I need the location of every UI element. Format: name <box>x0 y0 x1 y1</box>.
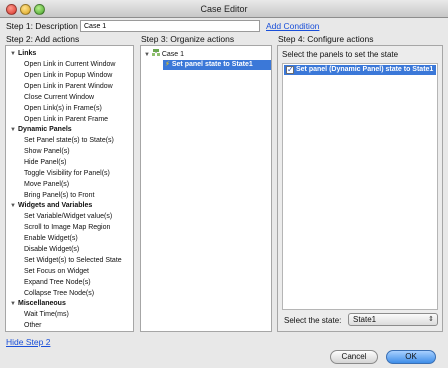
action-item[interactable]: Bring Panel(s) to Front <box>24 192 94 199</box>
group-links-label: Links <box>18 50 37 57</box>
action-item[interactable]: Set Variable/Widget value(s) <box>24 213 112 220</box>
zoom-window-button[interactable] <box>34 4 45 15</box>
action-item[interactable]: Set Focus on Widget <box>24 268 89 275</box>
step1-label: Step 1: Description <box>6 21 78 31</box>
configure-actions-panel: Select the panels to set the state ✓ Set… <box>277 45 443 332</box>
panel-row-label: Set panel (Dynamic Panel) state to State… <box>296 66 434 73</box>
disclosure-triangle-icon[interactable]: ▼ <box>10 301 18 307</box>
hide-step-link[interactable]: Hide Step 2 <box>6 337 50 347</box>
select-arrows-icon: ⇕ <box>428 316 434 323</box>
window-title: Case Editor <box>200 4 248 14</box>
case-name: Case 1 <box>161 51 185 58</box>
ok-button[interactable]: OK <box>386 350 436 364</box>
action-item[interactable]: Show Panel(s) <box>24 148 70 155</box>
selected-action-row[interactable]: ⚡ Set panel state to State1 <box>163 60 271 70</box>
organize-actions-tree[interactable]: ▼ Case 1 ⚡ Set panel state to State1 <box>140 45 272 332</box>
disclosure-triangle-icon[interactable]: ▼ <box>144 52 150 58</box>
action-item[interactable]: Open Link in Current Window <box>24 61 115 68</box>
panel-list[interactable]: ✓ Set panel (Dynamic Panel) state to Sta… <box>282 63 438 310</box>
disclosure-triangle-icon[interactable]: ▼ <box>10 203 18 209</box>
case-icon <box>151 49 160 56</box>
close-window-button[interactable] <box>6 4 17 15</box>
configure-heading: Select the panels to set the state <box>282 50 399 59</box>
minimize-window-button[interactable] <box>20 4 31 15</box>
action-item[interactable]: Expand Tree Node(s) <box>24 279 91 286</box>
group-links[interactable]: ▼ Links <box>10 50 36 57</box>
disclosure-triangle-icon[interactable]: ▼ <box>10 51 18 57</box>
step4-label: Step 4: Configure actions <box>278 34 374 44</box>
action-item[interactable]: Hide Panel(s) <box>24 159 66 166</box>
action-item[interactable]: Set Widget(s) to Selected State <box>24 257 122 264</box>
group-widgets-variables-label: Widgets and Variables <box>18 202 93 209</box>
description-input[interactable] <box>80 20 260 32</box>
lightning-icon: ⚡ <box>165 61 170 68</box>
state-select[interactable]: State1 ⇕ <box>348 313 438 326</box>
add-condition-link[interactable]: Add Condition <box>266 21 319 31</box>
action-item[interactable]: Scroll to Image Map Region <box>24 224 110 231</box>
action-item[interactable]: Other <box>24 322 42 329</box>
state-select-label: Select the state: <box>284 316 342 325</box>
action-item[interactable]: Enable Widget(s) <box>24 235 78 242</box>
panel-checkbox[interactable]: ✓ <box>286 66 294 74</box>
disclosure-triangle-icon[interactable]: ▼ <box>10 127 18 133</box>
action-item[interactable]: Toggle Visibility for Panel(s) <box>24 170 110 177</box>
state-select-value: State1 <box>353 315 377 324</box>
actions-list[interactable]: ▼ Links Open Link in Current Window Open … <box>5 45 134 332</box>
action-item[interactable]: Disable Widget(s) <box>24 246 79 253</box>
case-tree-node[interactable]: ▼ Case 1 <box>144 49 184 58</box>
action-item[interactable]: Move Panel(s) <box>24 181 69 188</box>
action-item[interactable]: Set Panel state(s) to State(s) <box>24 137 114 144</box>
panel-row[interactable]: ✓ Set panel (Dynamic Panel) state to Sta… <box>284 65 436 75</box>
action-item[interactable]: Open Link in Parent Frame <box>24 116 108 123</box>
group-widgets-variables[interactable]: ▼ Widgets and Variables <box>10 202 92 209</box>
group-dynamic-panels[interactable]: ▼ Dynamic Panels <box>10 126 72 133</box>
window-titlebar: Case Editor <box>0 0 448 18</box>
step3-label: Step 3: Organize actions <box>141 34 235 44</box>
group-miscellaneous[interactable]: ▼ Miscellaneous <box>10 300 66 307</box>
cancel-button[interactable]: Cancel <box>330 350 378 364</box>
action-item[interactable]: Open Link in Popup Window <box>24 72 112 79</box>
action-item[interactable]: Collapse Tree Node(s) <box>24 290 94 297</box>
group-dynamic-panels-label: Dynamic Panels <box>18 126 72 133</box>
action-item[interactable]: Open Link in Parent Window <box>24 83 113 90</box>
group-miscellaneous-label: Miscellaneous <box>18 300 66 307</box>
step2-label: Step 2: Add actions <box>6 34 80 44</box>
selected-action-label: Set panel state to State1 <box>171 61 253 68</box>
action-item[interactable]: Close Current Window <box>24 94 94 101</box>
action-item[interactable]: Open Link(s) in Frame(s) <box>24 105 102 112</box>
action-item[interactable]: Wait Time(ms) <box>24 311 69 318</box>
